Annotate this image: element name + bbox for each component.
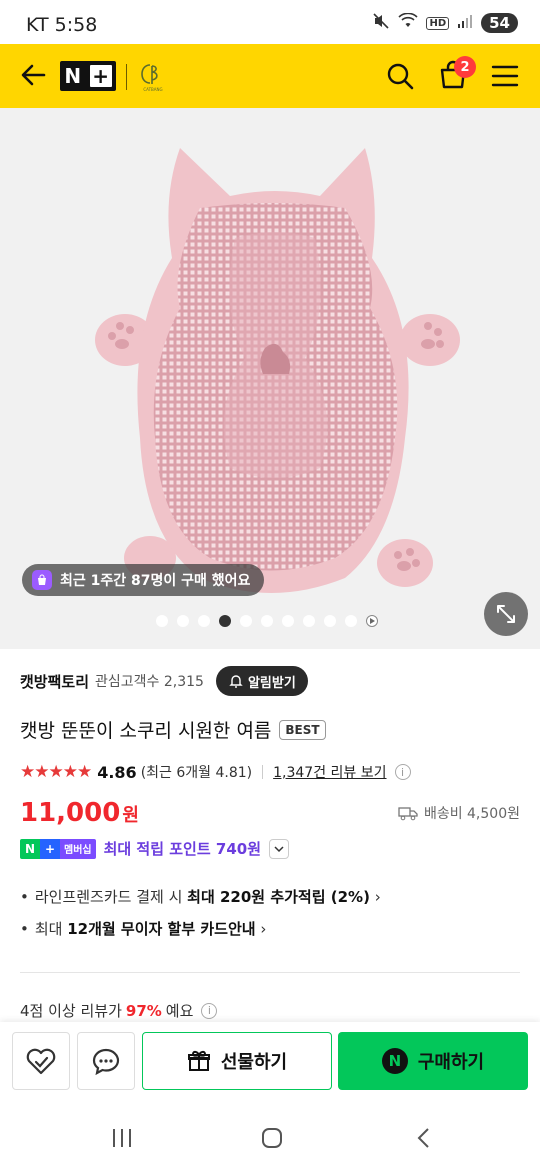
naver-plus-logo[interactable]: N + [60,61,116,91]
membership-badge: 멤버십 [60,838,96,859]
review-pct-prefix: 4점 이상 리뷰가 [20,1002,122,1020]
wishlist-button[interactable] [12,1032,70,1090]
mute-icon [372,12,390,34]
recent-rating: (최근 6개월 4.81) [140,765,253,781]
review-percentage: 4점 이상 리뷰가 97% 예요 i [20,1000,218,1021]
status-bar: KT 5:58 HD 54 [0,0,540,44]
benefit-bold: 12개월 무이자 할부 카드안내 [67,920,256,938]
header-divider [126,64,127,90]
gift-label: 선물하기 [220,1052,288,1073]
home-icon[interactable] [260,1126,284,1154]
product-title: 캣방 뚠뚠이 소쿠리 시원한 여름 [20,720,272,742]
shipping-fee: 배송비 4,500원 [398,803,520,823]
truck-icon [398,807,418,821]
naver-pay-icon: N [381,1048,408,1074]
cart-count-badge: 2 [454,56,476,78]
max-point-text: 최대 적립 포인트 740원 [103,840,261,858]
rating-row: ★★★★★ 4.86 (최근 6개월 4.81) 1,347건 리뷰 보기 i [20,762,411,782]
chevron-down-icon[interactable] [269,838,289,859]
store-row: 캣방팩토리 관심고객수 2,315 알림받기 [20,666,308,696]
store-followers: 관심고객수 2,315 [95,674,204,690]
carousel-dot[interactable] [177,615,189,627]
n-badge: N [20,838,40,859]
notify-label: 알림받기 [247,675,296,691]
benefit-text: 라인프렌즈카드 결제 시 최대 220원 추가적립 (2%) › [35,886,381,907]
brand-logo-text: CATBANG [143,87,162,92]
recent-purchase-text: 최근 1주간 87명이 구매 했어요 [60,573,251,589]
bullet-dot: • [20,887,29,906]
store-brand-logo[interactable]: CATBANG [136,59,170,93]
signal-icon [457,13,473,33]
chat-bubble-icon [92,1048,120,1076]
benefit-bold: 최대 220원 추가적립 (2%) [187,888,370,906]
talk-button[interactable] [77,1032,135,1090]
carousel-dots[interactable] [156,615,378,627]
carousel-dot-active[interactable] [219,615,231,627]
title-row: 캣방 뚠뚠이 소쿠리 시원한 여름 BEST [20,716,326,743]
bell-plus-icon [229,675,243,688]
search-icon[interactable] [384,60,416,92]
rating-divider [262,765,264,779]
shipping-fee-text: 배송비 4,500원 [423,806,520,822]
best-badge: BEST [279,719,326,740]
carousel-dot[interactable] [240,615,252,627]
gift-button[interactable]: 선물하기 [142,1032,332,1090]
heart-check-icon [26,1048,56,1075]
back-icon[interactable] [412,1126,436,1154]
info-icon[interactable]: i [394,764,411,780]
carousel-dot[interactable] [198,615,210,627]
chevron-right-icon: › [255,920,267,938]
info-icon[interactable]: i [201,1002,218,1019]
wifi-icon [398,12,419,33]
video-play-icon[interactable] [366,615,378,627]
review-pct-suffix: 예요 [165,1002,194,1020]
review-link[interactable]: 1,347건 리뷰 보기 [273,762,386,782]
plus-badge: + [40,838,60,859]
bullet-dot: • [20,919,29,938]
benefit-installment[interactable]: • 최대 12개월 무이자 할부 카드안내 › [20,918,266,939]
top-header: N + CATBANG 2 [0,44,540,108]
shopping-bag-icon [32,570,52,590]
carousel-dot[interactable] [261,615,273,627]
gift-icon [187,1050,210,1071]
rating-stars: ★★★★★ [20,762,92,782]
carousel-dot[interactable] [156,615,168,627]
rating-score: 4.86 [97,762,137,782]
product-image-carousel[interactable]: 최근 1주간 87명이 구매 했어요 [0,108,540,649]
buy-button[interactable]: N 구매하기 [338,1032,528,1090]
point-row[interactable]: N + 멤버십 최대 적립 포인트 740원 [20,838,289,859]
hd-badge: HD [426,16,450,30]
recent-purchase-pill: 최근 1주간 87명이 구매 했어요 [22,564,265,596]
carousel-dot[interactable] [282,615,294,627]
review-pct-value: 97% [125,1001,162,1020]
status-carrier-time: KT 5:58 [26,14,98,36]
price: 11,000 원 [20,798,139,828]
recent-apps-icon[interactable] [110,1126,134,1154]
buy-label: 구매하기 [417,1052,485,1073]
price-currency: 원 [122,805,139,826]
status-icons: HD 54 [372,12,518,34]
carousel-dot[interactable] [324,615,336,627]
purchase-action-bar: 선물하기 N 구매하기 [0,1022,540,1106]
benefit-prefix: 라인프렌즈카드 결제 시 [34,888,188,906]
benefit-text: 최대 12개월 무이자 할부 카드안내 › [35,918,267,939]
chevron-right-icon: › [369,888,381,906]
menu-icon[interactable] [490,62,520,90]
back-arrow-icon[interactable] [18,60,48,90]
price-value: 11,000 [20,798,121,828]
system-nav-bar [0,1106,540,1170]
price-row: 11,000 원 배송비 4,500원 [20,798,520,828]
benefit-prefix: 최대 [34,920,68,938]
naver-plus-membership-badge: N + 멤버십 [20,838,96,859]
benefit-card-point[interactable]: • 라인프렌즈카드 결제 시 최대 220원 추가적립 (2%) › [20,886,381,907]
section-divider [20,972,520,973]
store-name[interactable]: 캣방팩토리 [20,671,89,692]
carousel-dot[interactable] [303,615,315,627]
expand-icon[interactable] [484,592,528,636]
notify-button[interactable]: 알림받기 [215,666,308,696]
battery-indicator: 54 [481,13,518,33]
carousel-dot[interactable] [345,615,357,627]
